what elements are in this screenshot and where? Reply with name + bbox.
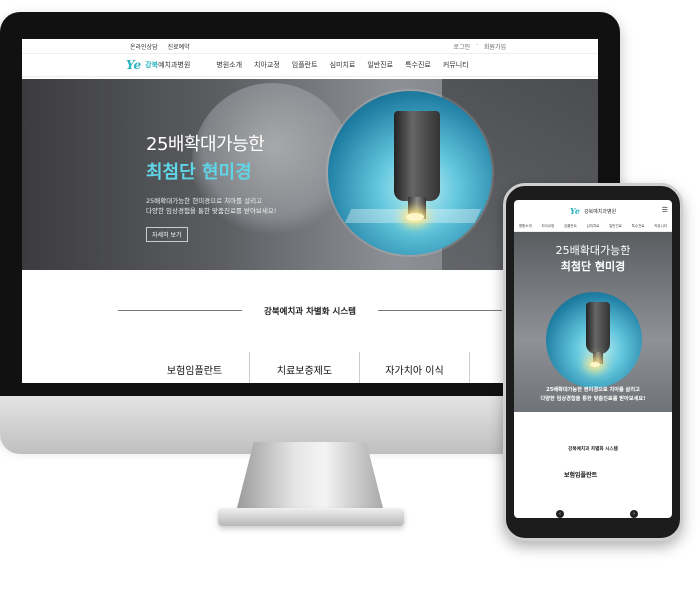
- mobile-feature-card[interactable]: 보험임플란트: [564, 470, 634, 479]
- mobile-nav-item[interactable]: 심미치료: [587, 224, 600, 229]
- mobile-hero: 25배확대가능한 최첨단 현미경: [514, 232, 672, 412]
- reservation-link[interactable]: 진료예약: [168, 42, 190, 51]
- menu-item-special[interactable]: 특수진료: [405, 60, 431, 70]
- menu-item-general[interactable]: 일반진료: [367, 60, 393, 70]
- mobile-microscope-light: [590, 362, 600, 367]
- mobile-hero-description: 25배확대가능한 현미경으로 치아를 살리고 다양한 임상경험을 통한 맞춤진료…: [514, 386, 672, 404]
- hero-desc-line1: 25배확대가능한 현미경으로 치아를 살리고: [146, 197, 263, 205]
- mobile-logo-icon: Ye: [569, 206, 580, 216]
- mobile-nav-item[interactable]: 커뮤니티: [654, 224, 667, 229]
- online-consult-link[interactable]: 온라인상담: [130, 42, 158, 51]
- mobile-nav-item[interactable]: 일반진료: [609, 224, 622, 229]
- login-link[interactable]: 로그인: [453, 42, 470, 51]
- logo-text: 강북예치과병원: [145, 60, 190, 70]
- mobile-nav: 병원소개 치아교정 임플란트 심미치료 일반진료 특수진료 커뮤니티: [514, 222, 672, 232]
- hero-title-line1: 25배확대가능한: [146, 134, 265, 155]
- feature-card-transplant[interactable]: 자가치아 이식: [360, 352, 470, 383]
- hero-description: 25배확대가능한 현미경으로 치아를 살리고 다양한 임상경험을 통한 맞춤진료…: [146, 196, 276, 216]
- logo-mark-icon: Ye: [126, 58, 142, 72]
- mobile-nav-item[interactable]: 병원소개: [519, 224, 532, 229]
- hero-text-block: 25배확대가능한 최첨단 현미경 25배확대가능한 현미경으로 치아를 살리고 …: [146, 130, 276, 242]
- menu-item-about[interactable]: 병원소개: [216, 60, 242, 70]
- logo-name: 예치과병원: [158, 61, 191, 69]
- separator-dot: ·: [475, 41, 478, 49]
- next-arrow-icon[interactable]: ›: [630, 510, 638, 518]
- monitor-stand-base: [218, 508, 404, 526]
- feature-card-implant[interactable]: 보험임플란트: [140, 352, 250, 383]
- microscope-lens-icon: [394, 111, 440, 219]
- top-utility-bar: 온라인상담 진료예약 로그인 · 회원가입: [22, 39, 598, 53]
- signup-link[interactable]: 회원가입: [484, 42, 506, 51]
- hamburger-menu-icon[interactable]: ☰: [662, 206, 668, 214]
- mockup-stage: 온라인상담 진료예약 로그인 · 회원가입 Ye 강북예치과병원 병원소개 치아…: [0, 0, 700, 592]
- mobile-screen: Ye 강북예치과병원 ☰ 병원소개 치아교정 임플란트 심미치료 일반진료 특수…: [514, 200, 672, 518]
- menu-item-community[interactable]: 커뮤니티: [443, 60, 469, 70]
- hero-desc-line2: 다양한 임상경험을 통한 맞춤진료를 받아보세요!: [146, 207, 277, 215]
- menu-item-ortho[interactable]: 치아교정: [254, 60, 280, 70]
- mobile-hero-line2: 최첨단 현미경: [560, 260, 626, 273]
- menu-item-implant[interactable]: 임플란트: [292, 60, 318, 70]
- menu-item-aesthetic[interactable]: 심미치료: [330, 60, 356, 70]
- microscope-image: [328, 91, 492, 255]
- mobile-desc-line2: 다양한 임상경험을 통한 맞춤진료를 받아보세요!: [540, 396, 646, 402]
- mobile-hero-line1: 25배확대가능한: [555, 244, 631, 257]
- section-divider-right: [378, 310, 502, 311]
- feature-card-warranty[interactable]: 치료보증제도: [250, 352, 360, 383]
- mobile-nav-item[interactable]: 특수진료: [632, 224, 645, 229]
- mobile-nav-item[interactable]: 치아교정: [541, 224, 554, 229]
- mobile-card-title: 보험임플란트: [564, 472, 598, 479]
- feature-cards: 보험임플란트 치료보증제도 자가치아 이식: [140, 352, 470, 383]
- mobile-logo-text[interactable]: 강북예치과병원: [584, 208, 616, 215]
- logo-accent: 강북: [145, 61, 159, 69]
- monitor-stand-neck: [236, 442, 384, 512]
- mobile-desc-line1: 25배확대가능한 현미경으로 치아를 살리고: [546, 387, 640, 393]
- mobile-microscope-image: [546, 292, 642, 388]
- main-menu: 병원소개 치아교정 임플란트 심미치료 일반진료 특수진료 커뮤니티: [216, 60, 468, 70]
- hero-title-line2: 최첨단 현미경: [146, 162, 252, 183]
- mobile-phone: Ye 강북예치과병원 ☰ 병원소개 치아교정 임플란트 심미치료 일반진료 특수…: [503, 183, 683, 541]
- mobile-section-title: 강북예치과 차별화 시스템: [568, 447, 618, 452]
- microscope-light: [406, 213, 424, 221]
- mobile-header: Ye 강북예치과병원 ☰: [514, 200, 672, 222]
- site-logo[interactable]: Ye 강북예치과병원: [126, 58, 190, 72]
- prev-arrow-icon[interactable]: ‹: [556, 510, 564, 518]
- mobile-nav-item[interactable]: 임플란트: [564, 224, 577, 229]
- mobile-microscope-icon: [586, 302, 610, 364]
- main-navbar: Ye 강북예치과병원 병원소개 치아교정 임플란트 심미치료 일반진료 특수진료…: [22, 53, 598, 77]
- hero-more-button[interactable]: 자세히 보기: [146, 227, 188, 242]
